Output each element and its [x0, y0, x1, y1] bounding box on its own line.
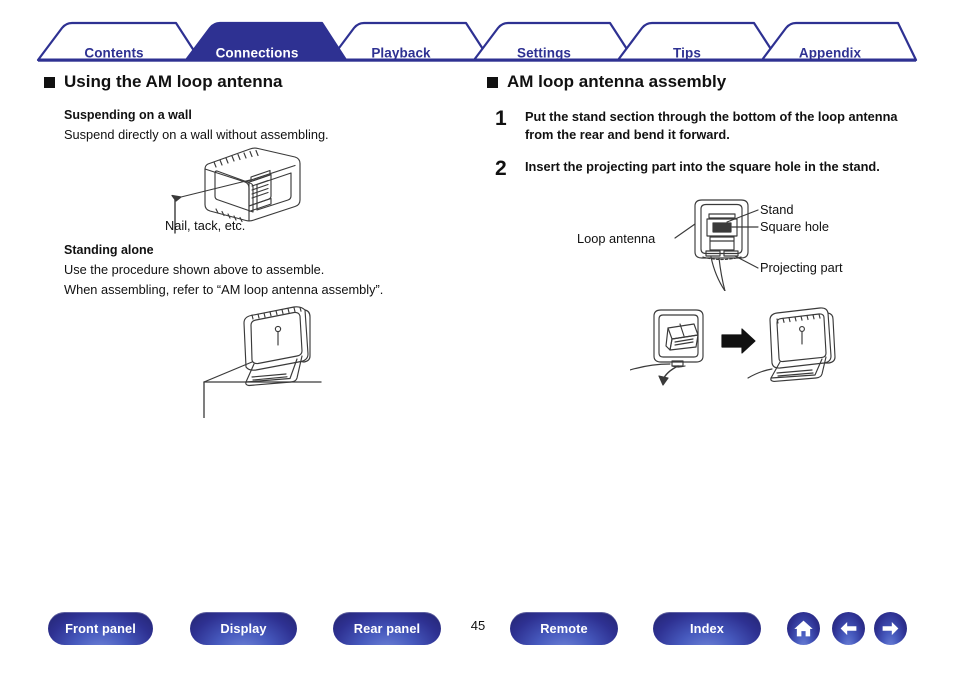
step-2-number: 2	[495, 157, 507, 181]
square-bullet-icon	[487, 76, 498, 88]
step-1-text: Put the stand section through the bottom…	[525, 109, 898, 143]
subheading-suspending-on-a-wall: Suspending on a wall	[64, 108, 192, 122]
text-when-assembling: When assembling, refer to “AM loop anten…	[64, 281, 384, 297]
figure-standing-antenna	[186, 298, 416, 423]
callout-projecting-part: Projecting part	[760, 260, 843, 275]
home-icon	[794, 620, 813, 637]
tab-label-appendix[interactable]: Appendix	[799, 46, 861, 61]
front-panel-button[interactable]: Front panel	[48, 612, 153, 645]
tab-label-connections[interactable]: Connections	[216, 46, 299, 61]
step-1-number: 1	[495, 107, 507, 130]
right-column: AM loop antenna assembly 1 Put the stand…	[487, 72, 937, 194]
tab-bar: Contents Connections Playback Settings T…	[0, 20, 954, 62]
subheading-standing-alone: Standing alone	[64, 243, 154, 257]
standing-alone-block: Standing alone Use the procedure shown a…	[64, 243, 484, 300]
index-button[interactable]: Index	[653, 612, 761, 645]
display-button[interactable]: Display	[190, 612, 297, 645]
callout-loop-antenna: Loop antenna	[577, 231, 656, 246]
antenna-callouts-drawing: Stand Square hole Loop antenna Projectin…	[577, 199, 843, 292]
callout-stand: Stand	[760, 202, 793, 217]
page-number: 45	[470, 618, 486, 633]
forward-arrow-icon	[882, 621, 899, 636]
back-arrow-icon	[840, 621, 857, 636]
right-section-heading: AM loop antenna assembly	[487, 72, 937, 92]
square-bullet-icon	[44, 76, 55, 88]
left-heading-text: Using the AM loop antenna	[64, 72, 283, 91]
step-1: 1 Put the stand section through the bott…	[495, 107, 937, 144]
assembly-sequence-drawing	[629, 307, 836, 386]
tab-label-tips[interactable]: Tips	[673, 46, 701, 61]
right-heading-text: AM loop antenna assembly	[507, 72, 727, 91]
step-2-text: Insert the projecting part into the squa…	[525, 159, 880, 175]
caption-nail-tack-etc: Nail, tack, etc.	[165, 218, 246, 233]
forward-button[interactable]	[874, 612, 907, 645]
back-button[interactable]	[832, 612, 865, 645]
standing-antenna-drawing	[203, 306, 322, 419]
bottom-navigation-bar: Front panel Display Rear panel 45 Remote…	[0, 612, 954, 662]
remote-button[interactable]: Remote	[510, 612, 618, 645]
step-2: 2 Insert the projecting part into the sq…	[495, 158, 937, 180]
figure-antenna-callouts: Stand Square hole Loop antenna Projectin…	[575, 196, 865, 296]
left-section-heading: Using the AM loop antenna	[44, 72, 474, 92]
rear-panel-button[interactable]: Rear panel	[333, 612, 441, 645]
callout-square-hole: Square hole	[760, 219, 829, 234]
tab-underline	[38, 58, 916, 62]
figure-assembly-sequence	[629, 298, 845, 395]
home-button[interactable]	[787, 612, 820, 645]
text-use-procedure: Use the procedure shown above to assembl…	[64, 262, 325, 277]
tab-label-settings[interactable]: Settings	[517, 46, 571, 61]
tab-label-playback[interactable]: Playback	[371, 46, 430, 61]
tab-label-contents[interactable]: Contents	[84, 46, 143, 61]
left-column: Using the AM loop antenna Suspending on …	[44, 72, 474, 145]
